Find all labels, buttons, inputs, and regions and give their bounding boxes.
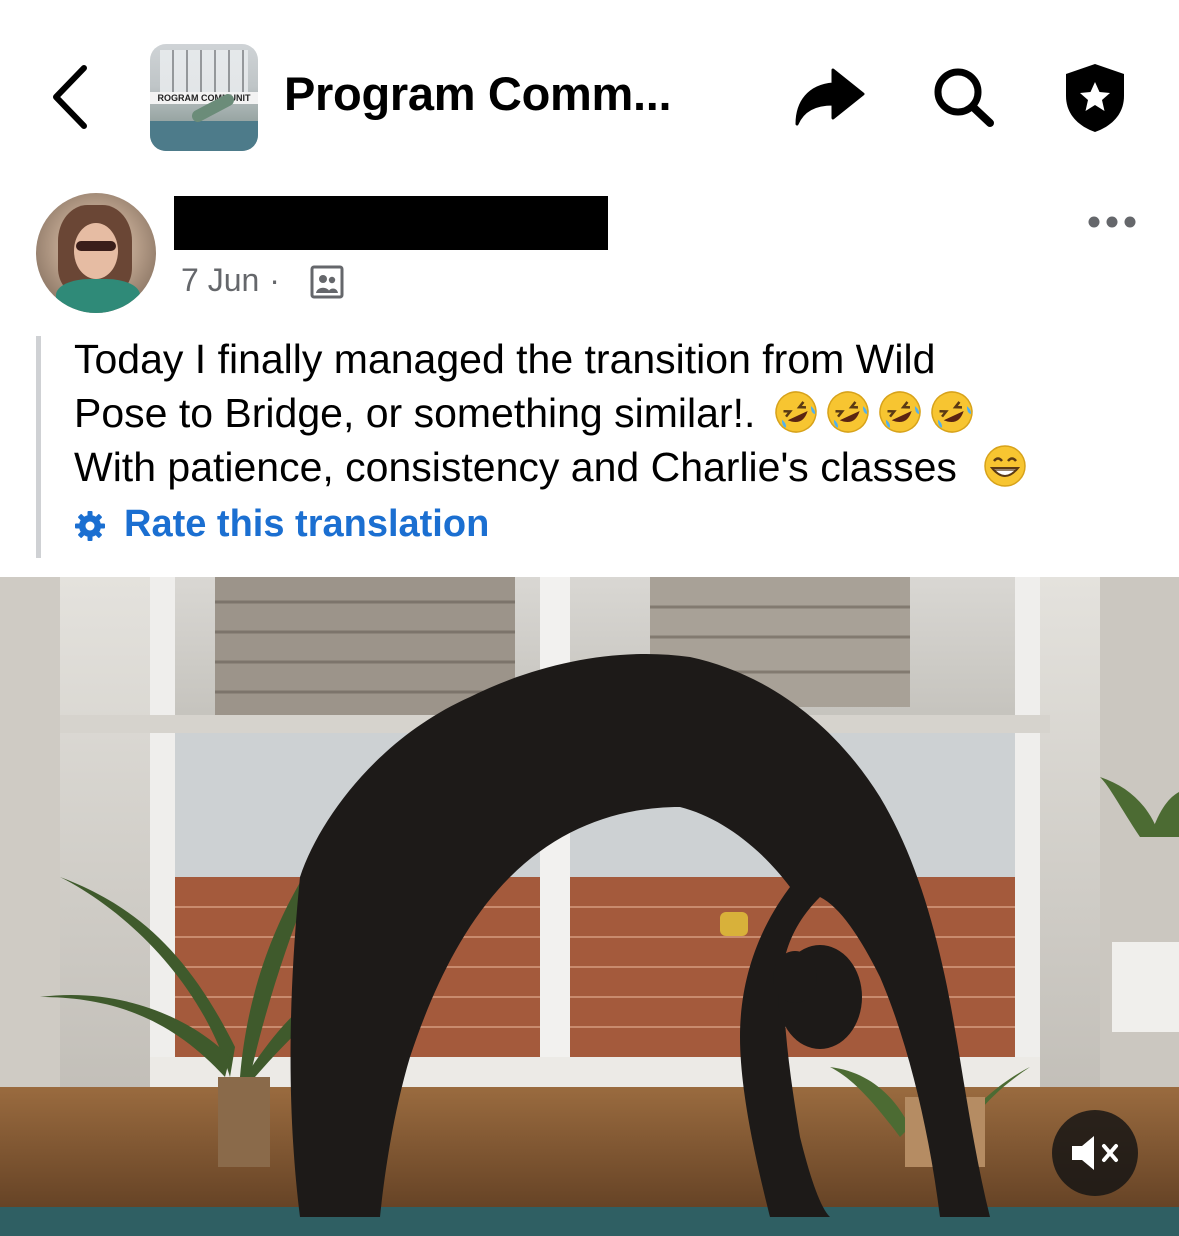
post-video[interactable] — [0, 577, 1179, 1236]
post-text-line-3-text: With patience, consistency and Charlie's… — [74, 444, 957, 490]
group-thumb-banner: ROGRAM COMMUNIT — [150, 92, 258, 104]
rate-translation-link[interactable]: Rate this translation — [124, 503, 489, 546]
top-nav-bar: ROGRAM COMMUNIT Program Comm... — [0, 0, 1179, 180]
rolling-on-floor-laughing-emoji-icon — [879, 391, 921, 433]
rolling-on-floor-laughing-emoji-icon — [931, 391, 973, 433]
group-thumbnail[interactable]: ROGRAM COMMUNIT — [150, 44, 258, 151]
post-text-line-3: With patience, consistency and Charlie's… — [74, 440, 1154, 494]
group-title[interactable]: Program Comm... — [284, 66, 672, 121]
mute-button[interactable] — [1052, 1110, 1138, 1196]
meta-separator: · — [269, 262, 280, 298]
translation-quote-bar — [36, 336, 41, 558]
back-chevron-icon[interactable] — [46, 62, 96, 132]
shield-star-icon[interactable] — [1062, 60, 1128, 134]
post-text-line-1: Today I finally managed the transition f… — [74, 336, 936, 382]
post-date[interactable]: 7 Jun — [181, 262, 259, 298]
speaker-muted-icon — [1072, 1136, 1118, 1170]
gear-icon[interactable] — [74, 510, 106, 542]
post-text-line-2: Pose to Bridge, or something similar!. — [74, 386, 1154, 440]
author-avatar[interactable] — [36, 193, 156, 313]
more-dots-icon[interactable] — [1086, 210, 1138, 234]
rolling-on-floor-laughing-emoji-icon — [775, 391, 817, 433]
rolling-on-floor-laughing-emoji-icon — [827, 391, 869, 433]
group-audience-icon — [310, 265, 344, 299]
share-arrow-icon[interactable] — [793, 66, 865, 128]
grinning-face-emoji-icon — [984, 445, 1027, 487]
post-text: Today I finally managed the transition f… — [74, 332, 1154, 494]
video-frame — [0, 577, 1179, 1236]
post-meta: 7 Jun · — [181, 262, 290, 299]
post-text-line-2-text: Pose to Bridge, or something similar!. — [74, 390, 756, 436]
search-icon[interactable] — [930, 66, 996, 128]
author-name-redacted — [174, 196, 608, 250]
